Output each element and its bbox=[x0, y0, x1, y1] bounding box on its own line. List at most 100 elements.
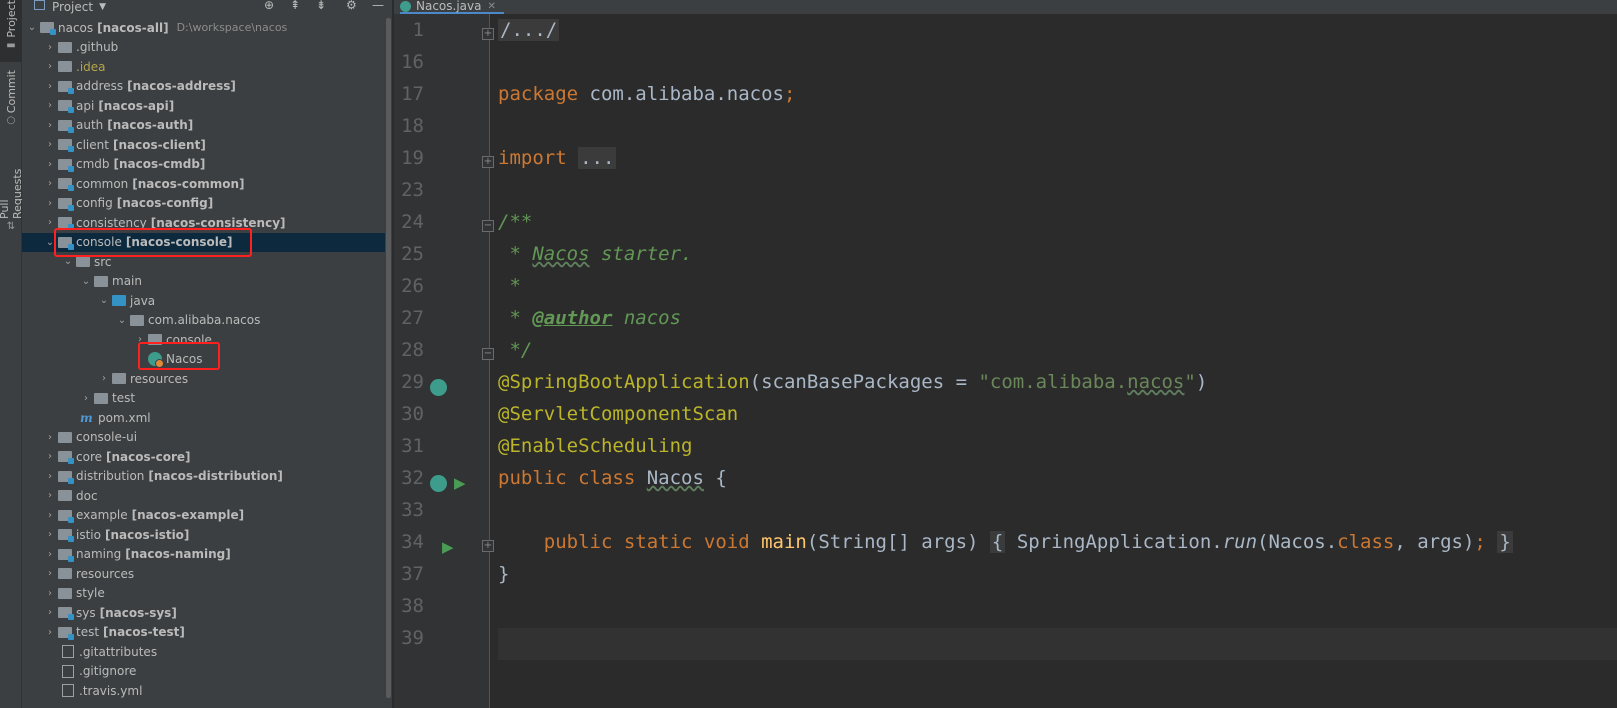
tab-nacos-java[interactable]: Nacos.java ✕ bbox=[400, 0, 504, 14]
folder-icon bbox=[58, 568, 72, 580]
chevron-down-icon[interactable]: ⌄ bbox=[26, 22, 38, 33]
fold-collapse-icon[interactable]: − bbox=[482, 220, 494, 232]
chevron-right-icon[interactable]: › bbox=[44, 42, 56, 53]
hide-panel-icon[interactable]: — bbox=[372, 0, 384, 12]
project-panel-title[interactable]: Project bbox=[52, 0, 93, 14]
chevron-right-icon[interactable]: › bbox=[44, 120, 56, 131]
tree-node-label: style bbox=[76, 586, 105, 601]
chevron-right-icon[interactable]: › bbox=[98, 373, 110, 384]
line-number: 25 bbox=[401, 243, 424, 265]
tree-node-travis[interactable]: .travis.yml bbox=[22, 681, 392, 701]
tree-node-config[interactable]: › config [nacos-config] bbox=[22, 194, 392, 214]
spring-bean-icon[interactable] bbox=[430, 475, 447, 492]
tree-node-test-module[interactable]: › test [nacos-test] bbox=[22, 623, 392, 643]
tree-node-auth[interactable]: › auth [nacos-auth] bbox=[22, 116, 392, 136]
chevron-right-icon[interactable]: › bbox=[44, 81, 56, 92]
chevron-right-icon[interactable]: › bbox=[44, 627, 56, 638]
module-folder-icon bbox=[58, 217, 74, 231]
chevron-right-icon[interactable]: › bbox=[44, 529, 56, 540]
pull-requests-tool-button[interactable]: Pull Requests ⇅ bbox=[0, 146, 24, 234]
panel-scrollbar[interactable] bbox=[385, 0, 392, 708]
tree-node-sys[interactable]: › sys [nacos-sys] bbox=[22, 603, 392, 623]
package-name: com.alibaba.nacos bbox=[578, 83, 784, 105]
chevron-down-icon[interactable]: ⌄ bbox=[116, 315, 128, 326]
chevron-right-icon[interactable]: › bbox=[44, 217, 56, 228]
tree-node-address[interactable]: › address [nacos-address] bbox=[22, 77, 392, 97]
tree-node-api[interactable]: › api [nacos-api] bbox=[22, 96, 392, 116]
line-number: 38 bbox=[401, 595, 424, 617]
chevron-right-icon[interactable]: › bbox=[44, 607, 56, 618]
chevron-right-icon[interactable]: › bbox=[44, 139, 56, 150]
class-name: Nacos bbox=[646, 467, 704, 489]
tree-node-main[interactable]: ⌄ main bbox=[22, 272, 392, 292]
chevron-right-icon[interactable]: › bbox=[44, 100, 56, 111]
chevron-right-icon[interactable]: › bbox=[44, 490, 56, 501]
tree-node-resources-root[interactable]: › resources bbox=[22, 564, 392, 584]
close-icon[interactable]: ✕ bbox=[487, 1, 495, 12]
tree-node-package[interactable]: ⌄ com.alibaba.nacos bbox=[22, 311, 392, 331]
chevron-right-icon[interactable]: › bbox=[44, 178, 56, 189]
tree-node-idea[interactable]: › .idea bbox=[22, 57, 392, 77]
code-area[interactable]: /.../ package com.alibaba.nacos; import … bbox=[498, 14, 1617, 708]
chevron-right-icon[interactable]: › bbox=[44, 510, 56, 521]
folded-brace[interactable]: { bbox=[989, 531, 1006, 553]
collapse-all-icon[interactable]: ⇟ bbox=[316, 0, 326, 12]
project-view-icon bbox=[34, 0, 45, 10]
chevron-right-icon[interactable]: › bbox=[44, 198, 56, 209]
tree-node-label: com.alibaba.nacos bbox=[148, 313, 261, 328]
folded-brace[interactable]: } bbox=[1497, 531, 1513, 553]
tree-node-github[interactable]: › .github bbox=[22, 38, 392, 58]
tree-node-pom[interactable]: m pom.xml bbox=[22, 408, 392, 428]
tree-node-style[interactable]: › style bbox=[22, 584, 392, 604]
chevron-right-icon[interactable]: › bbox=[44, 471, 56, 482]
tree-node-example[interactable]: › example [nacos-example] bbox=[22, 506, 392, 526]
tree-node-gitattributes[interactable]: .gitattributes bbox=[22, 642, 392, 662]
module-name: [nacos-client] bbox=[112, 137, 206, 152]
method-name: main bbox=[761, 531, 807, 553]
chevron-right-icon[interactable]: › bbox=[44, 451, 56, 462]
tree-node-console-ui[interactable]: › console-ui bbox=[22, 428, 392, 448]
tree-node-root[interactable]: ⌄ nacos [nacos-all] D:\workspace\nacos bbox=[22, 18, 392, 38]
fold-expand-icon[interactable]: + bbox=[482, 156, 494, 168]
fold-expand-icon[interactable]: + bbox=[482, 28, 494, 40]
run-icon[interactable]: ▶ bbox=[442, 538, 454, 556]
chevron-right-icon[interactable]: › bbox=[44, 61, 56, 72]
tree-node-doc[interactable]: › doc bbox=[22, 486, 392, 506]
folded-imports[interactable]: ... bbox=[578, 147, 617, 169]
tree-node-cmdb[interactable]: › cmdb [nacos-cmdb] bbox=[22, 155, 392, 175]
chevron-right-icon[interactable]: › bbox=[44, 432, 56, 443]
line-number: 33 bbox=[401, 499, 424, 521]
tree-node-test[interactable]: › test bbox=[22, 389, 392, 409]
tree-node-label: resources bbox=[76, 566, 135, 581]
fold-collapse-icon[interactable]: − bbox=[482, 348, 494, 360]
chevron-down-icon[interactable]: ⌄ bbox=[80, 276, 92, 287]
chevron-right-icon[interactable]: › bbox=[44, 588, 56, 599]
folded-region[interactable]: /.../ bbox=[498, 19, 560, 41]
chevron-right-icon[interactable]: › bbox=[44, 549, 56, 560]
locate-file-icon[interactable]: ⊕ bbox=[264, 0, 274, 12]
project-tool-button[interactable]: Project ▬ bbox=[0, 0, 22, 62]
tree-node-naming[interactable]: › naming [nacos-naming] bbox=[22, 545, 392, 565]
tree-node-java[interactable]: ⌄ java bbox=[22, 291, 392, 311]
tree-node-distribution[interactable]: › distribution [nacos-distribution] bbox=[22, 467, 392, 487]
tree-node-resources[interactable]: › resources bbox=[22, 369, 392, 389]
chevron-right-icon[interactable]: › bbox=[44, 568, 56, 579]
pull-requests-tool-label: Pull Requests bbox=[0, 168, 24, 219]
tree-node-gitignore[interactable]: .gitignore bbox=[22, 662, 392, 682]
tree-node-client[interactable]: › client [nacos-client] bbox=[22, 135, 392, 155]
spring-bean-icon[interactable] bbox=[430, 379, 447, 396]
chevron-right-icon[interactable]: › bbox=[44, 159, 56, 170]
fold-expand-icon[interactable]: + bbox=[482, 540, 494, 552]
tree-node-istio[interactable]: › istio [nacos-istio] bbox=[22, 525, 392, 545]
view-selector-chevron-down-icon[interactable]: ▼ bbox=[99, 2, 106, 12]
tree-node-core[interactable]: › core [nacos-core] bbox=[22, 447, 392, 467]
scrollbar-thumb[interactable] bbox=[386, 18, 391, 698]
gear-icon[interactable]: ⚙ bbox=[346, 0, 357, 12]
commit-tool-button[interactable]: Commit ○ bbox=[0, 70, 22, 130]
chevron-down-icon[interactable]: ⌄ bbox=[98, 295, 110, 306]
chevron-down-icon[interactable]: ⌄ bbox=[62, 256, 74, 267]
chevron-right-icon[interactable]: › bbox=[80, 393, 92, 404]
expand-all-icon[interactable]: ⇞ bbox=[290, 0, 300, 12]
run-icon[interactable]: ▶ bbox=[454, 474, 466, 492]
tree-node-common[interactable]: › common [nacos-common] bbox=[22, 174, 392, 194]
